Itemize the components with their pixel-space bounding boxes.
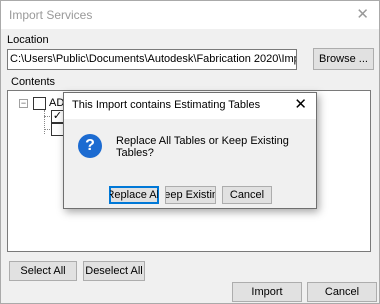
dialog-message: Replace All Tables or Keep Existing Tabl… [116, 135, 289, 159]
browse-button[interactable]: Browse ... [313, 48, 374, 70]
location-label: Location [7, 34, 49, 46]
import-button[interactable]: Import [232, 282, 302, 302]
contents-label: Contents [11, 76, 56, 88]
dialog-title-bar: This Import contains Estimating Tables ✕ [64, 93, 316, 119]
cancel-button[interactable]: Cancel [307, 282, 377, 302]
dialog-close-icon[interactable]: ✕ [294, 95, 307, 113]
keep-existing-button[interactable]: Keep Existing [165, 186, 216, 204]
location-path-field[interactable]: C:\Users\Public\Documents\Autodesk\Fabri… [7, 49, 297, 70]
deselect-all-button[interactable]: Deselect All [83, 261, 145, 281]
title-bar: Import Services ✕ [1, 1, 379, 29]
tree-collapse-icon[interactable]: − [19, 99, 28, 108]
dialog-title: This Import contains Estimating Tables [72, 99, 261, 111]
question-icon: ? [78, 134, 102, 158]
tree-connector [44, 110, 45, 134]
select-all-button[interactable]: Select All [9, 261, 77, 281]
root-checkbox[interactable] [33, 97, 46, 110]
window-title: Import Services [9, 8, 93, 22]
window-close-icon[interactable]: ✕ [356, 5, 369, 23]
dialog-cancel-button[interactable]: Cancel [222, 186, 272, 204]
replace-all-button[interactable]: Replace All [109, 186, 159, 204]
estimating-tables-dialog: This Import contains Estimating Tables ✕… [63, 92, 317, 209]
